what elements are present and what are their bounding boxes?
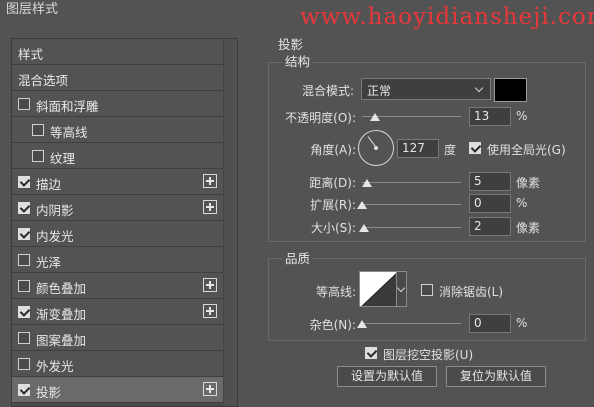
anti-alias-label: 消除锯齿(L): [439, 285, 504, 299]
style-list-label: 外发光: [36, 359, 74, 374]
chevron-down-icon: [396, 283, 406, 293]
knockout-checkbox[interactable]: [365, 347, 377, 359]
blend-mode-label: 混合模式:: [301, 84, 354, 98]
style-list-item[interactable]: 纹理: [12, 143, 224, 169]
quality-title: 品质: [282, 248, 314, 267]
style-list-item[interactable]: 外发光: [12, 351, 224, 377]
spread-input[interactable]: 0: [469, 194, 511, 213]
style-checkbox[interactable]: [18, 332, 30, 344]
style-checkbox[interactable]: [18, 306, 30, 318]
style-list-item[interactable]: 图案叠加: [12, 325, 224, 351]
distance-label: 距离(D):: [309, 176, 356, 190]
style-list-label: 颜色叠加: [36, 281, 87, 296]
size-label: 大小(S):: [310, 221, 356, 235]
distance-unit: 像素: [516, 176, 541, 190]
contour-curve-icon: [361, 273, 396, 306]
style-checkbox[interactable]: [18, 280, 30, 292]
contour-preview[interactable]: [359, 271, 397, 307]
add-effect-plus-icon[interactable]: [203, 174, 217, 188]
opacity-label: 不透明度(O):: [285, 111, 356, 125]
style-checkbox[interactable]: [32, 150, 44, 162]
style-list-item[interactable]: 内阴影: [12, 195, 224, 221]
style-list-label: 光泽: [36, 255, 62, 270]
make-default-button[interactable]: 设置为默认值: [337, 366, 437, 387]
style-list-panel: 样式混合选项斜面和浮雕等高线纹理描边内阴影内发光光泽颜色叠加渐变叠加图案叠加外发…: [11, 38, 238, 407]
angle-label: 角度(A):: [310, 143, 356, 157]
opacity-unit: %: [516, 109, 528, 123]
size-slider-knob[interactable]: [358, 224, 369, 232]
global-light-label: 使用全局光(G): [487, 143, 566, 157]
size-input[interactable]: 2: [469, 217, 511, 236]
style-checkbox[interactable]: [18, 176, 30, 188]
style-list-label: 样式: [18, 47, 44, 62]
anti-alias-checkbox[interactable]: [421, 284, 433, 296]
style-checkbox[interactable]: [18, 202, 30, 214]
watermark-text: www.haoyidiansheji.com: [300, 4, 594, 30]
noise-input[interactable]: 0: [469, 314, 511, 333]
style-list-item[interactable]: 样式: [12, 39, 224, 65]
spread-unit: %: [516, 196, 528, 210]
angle-input[interactable]: 127: [397, 139, 439, 158]
opacity-input[interactable]: 13: [469, 107, 511, 126]
style-list-label: 内阴影: [36, 203, 74, 218]
size-slider-track[interactable]: [362, 227, 461, 228]
style-list-item[interactable]: 等高线: [12, 117, 224, 143]
blend-mode-select[interactable]: 正常: [361, 78, 491, 100]
style-list-label: 等高线: [50, 125, 88, 140]
contour-label: 等高线:: [315, 285, 356, 299]
knockout-label: 图层挖空投影(U): [383, 348, 474, 362]
style-list-item[interactable]: 光泽: [12, 247, 224, 273]
style-list-scrollbar[interactable]: [223, 39, 237, 406]
shadow-color-swatch[interactable]: [494, 78, 527, 102]
contour-dropdown[interactable]: [396, 271, 407, 307]
style-checkbox[interactable]: [18, 228, 30, 240]
style-list-item[interactable]: 混合选项: [12, 65, 224, 91]
add-effect-plus-icon[interactable]: [203, 200, 217, 214]
size-unit: 像素: [516, 221, 541, 235]
blend-mode-value: 正常: [367, 84, 392, 98]
dialog-titlebar: 图层样式 www.haoyidiansheji.com: [0, 0, 594, 30]
style-list-item[interactable]: 描边: [12, 169, 224, 195]
style-list-label: 投影: [36, 385, 62, 400]
style-list-label: 渐变叠加: [36, 307, 87, 322]
style-checkbox[interactable]: [18, 358, 30, 370]
style-checkbox[interactable]: [18, 254, 30, 266]
angle-unit: 度: [444, 143, 457, 157]
style-list-item[interactable]: 颜色叠加: [12, 273, 224, 299]
add-effect-plus-icon[interactable]: [203, 304, 217, 318]
style-list-item[interactable]: 内发光: [12, 221, 224, 247]
style-checkbox[interactable]: [18, 98, 30, 110]
noise-slider-track[interactable]: [362, 323, 461, 324]
spread-slider-knob[interactable]: [357, 201, 367, 209]
style-list-item[interactable]: 斜面和浮雕: [12, 91, 224, 117]
noise-label: 杂色(N):: [309, 318, 356, 332]
spread-slider-track[interactable]: [362, 204, 461, 205]
noise-slider-knob[interactable]: [357, 320, 367, 328]
add-effect-plus-icon[interactable]: [203, 278, 217, 292]
noise-unit: %: [516, 316, 528, 330]
chevron-down-icon: [474, 83, 484, 93]
angle-dial[interactable]: [358, 130, 394, 166]
dialog-title: 图层样式: [6, 2, 59, 17]
style-list-item[interactable]: 渐变叠加: [12, 299, 224, 325]
style-list-label: 描边: [36, 177, 62, 192]
distance-input[interactable]: 5: [469, 172, 511, 191]
spread-label: 扩展(R):: [310, 198, 356, 212]
distance-slider-knob[interactable]: [361, 179, 372, 187]
angle-dial-center: [374, 146, 378, 150]
style-list-label: 混合选项: [18, 73, 69, 88]
reset-default-button[interactable]: 复位为默认值: [446, 366, 546, 387]
style-list-label: 图案叠加: [36, 333, 87, 348]
global-light-checkbox[interactable]: [469, 142, 481, 154]
distance-slider-track[interactable]: [362, 182, 461, 183]
style-list-label: 内发光: [36, 229, 74, 244]
style-checkbox[interactable]: [18, 384, 30, 396]
add-effect-plus-icon[interactable]: [203, 382, 217, 396]
style-list-item[interactable]: 投影: [12, 377, 224, 403]
structure-title: 结构: [282, 51, 314, 70]
style-checkbox[interactable]: [32, 124, 44, 136]
opacity-slider-knob[interactable]: [369, 113, 380, 121]
style-list-label: 斜面和浮雕: [36, 99, 99, 114]
style-list-label: 纹理: [50, 151, 76, 166]
